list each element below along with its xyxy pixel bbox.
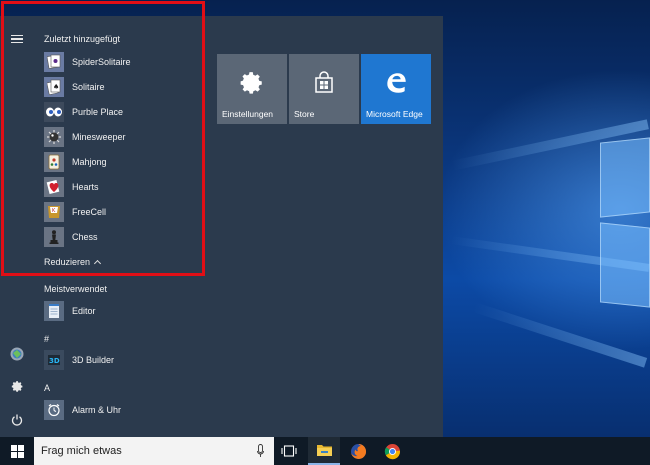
recently-added-heading: Zuletzt hinzugefügt: [44, 34, 121, 44]
task-view-icon[interactable]: [273, 437, 305, 465]
app-item-editor[interactable]: Editor: [44, 300, 204, 322]
letter-group-a[interactable]: A: [44, 383, 50, 393]
most-used-heading: Meistverwendet: [44, 284, 108, 294]
app-list: Zuletzt hinzugefügt SpiderSolitaire ♠ So…: [34, 16, 206, 437]
chevron-up-icon: [93, 259, 102, 268]
start-rail: [0, 16, 34, 437]
minesweeper-icon: [44, 127, 64, 147]
settings-gear-icon[interactable]: [0, 372, 34, 400]
store-bag-icon: [289, 68, 359, 98]
spider-solitaire-icon: [44, 52, 64, 72]
taskbar: [0, 437, 650, 465]
hearts-icon: [44, 177, 64, 197]
file-explorer-icon[interactable]: [308, 437, 340, 465]
chess-icon: [44, 227, 64, 247]
freecell-icon: K: [44, 202, 64, 222]
tile-microsoft-edge[interactable]: Microsoft Edge: [361, 54, 431, 124]
start-button[interactable]: [0, 437, 34, 465]
app-item-mahjong[interactable]: Mahjong: [44, 151, 204, 173]
tile-store[interactable]: Store: [289, 54, 359, 124]
gear-icon: [217, 68, 287, 98]
app-item-hearts[interactable]: Hearts: [44, 176, 204, 198]
purble-place-icon: [44, 102, 64, 122]
app-item-3d-builder[interactable]: 3D 3D Builder: [44, 349, 204, 371]
microphone-icon[interactable]: [257, 444, 264, 458]
app-item-solitaire[interactable]: ♠ Solitaire: [44, 76, 204, 98]
power-icon[interactable]: [0, 406, 34, 434]
search-input[interactable]: [41, 445, 241, 457]
user-avatar-icon[interactable]: [0, 340, 34, 368]
3d-builder-icon: 3D: [44, 350, 64, 370]
letter-group-hash[interactable]: #: [44, 334, 49, 344]
app-item-purble-place[interactable]: Purble Place: [44, 101, 204, 123]
app-item-spider-solitaire[interactable]: SpiderSolitaire: [44, 51, 204, 73]
notepad-icon: [44, 301, 64, 321]
hamburger-menu-icon[interactable]: [0, 25, 34, 53]
firefox-icon[interactable]: [342, 437, 374, 465]
search-box[interactable]: [34, 437, 274, 465]
alarm-clock-icon: [44, 400, 64, 420]
start-menu: Zuletzt hinzugefügt SpiderSolitaire ♠ So…: [0, 16, 443, 437]
chrome-icon[interactable]: [376, 437, 408, 465]
app-item-minesweeper[interactable]: Minesweeper: [44, 126, 204, 148]
svg-text:♠: ♠: [53, 83, 59, 91]
edge-icon: [361, 68, 431, 98]
mahjong-icon: [44, 152, 64, 172]
windows-logo-icon: [10, 444, 24, 458]
collapse-button[interactable]: Reduzieren: [44, 257, 102, 268]
tile-einstellungen[interactable]: Einstellungen: [217, 54, 287, 124]
app-item-chess[interactable]: Chess: [44, 226, 204, 248]
app-item-freecell[interactable]: K FreeCell: [44, 201, 204, 223]
svg-text:3D: 3D: [49, 357, 60, 365]
solitaire-icon: ♠: [44, 77, 64, 97]
app-item-alarm-uhr[interactable]: Alarm & Uhr: [44, 399, 204, 421]
